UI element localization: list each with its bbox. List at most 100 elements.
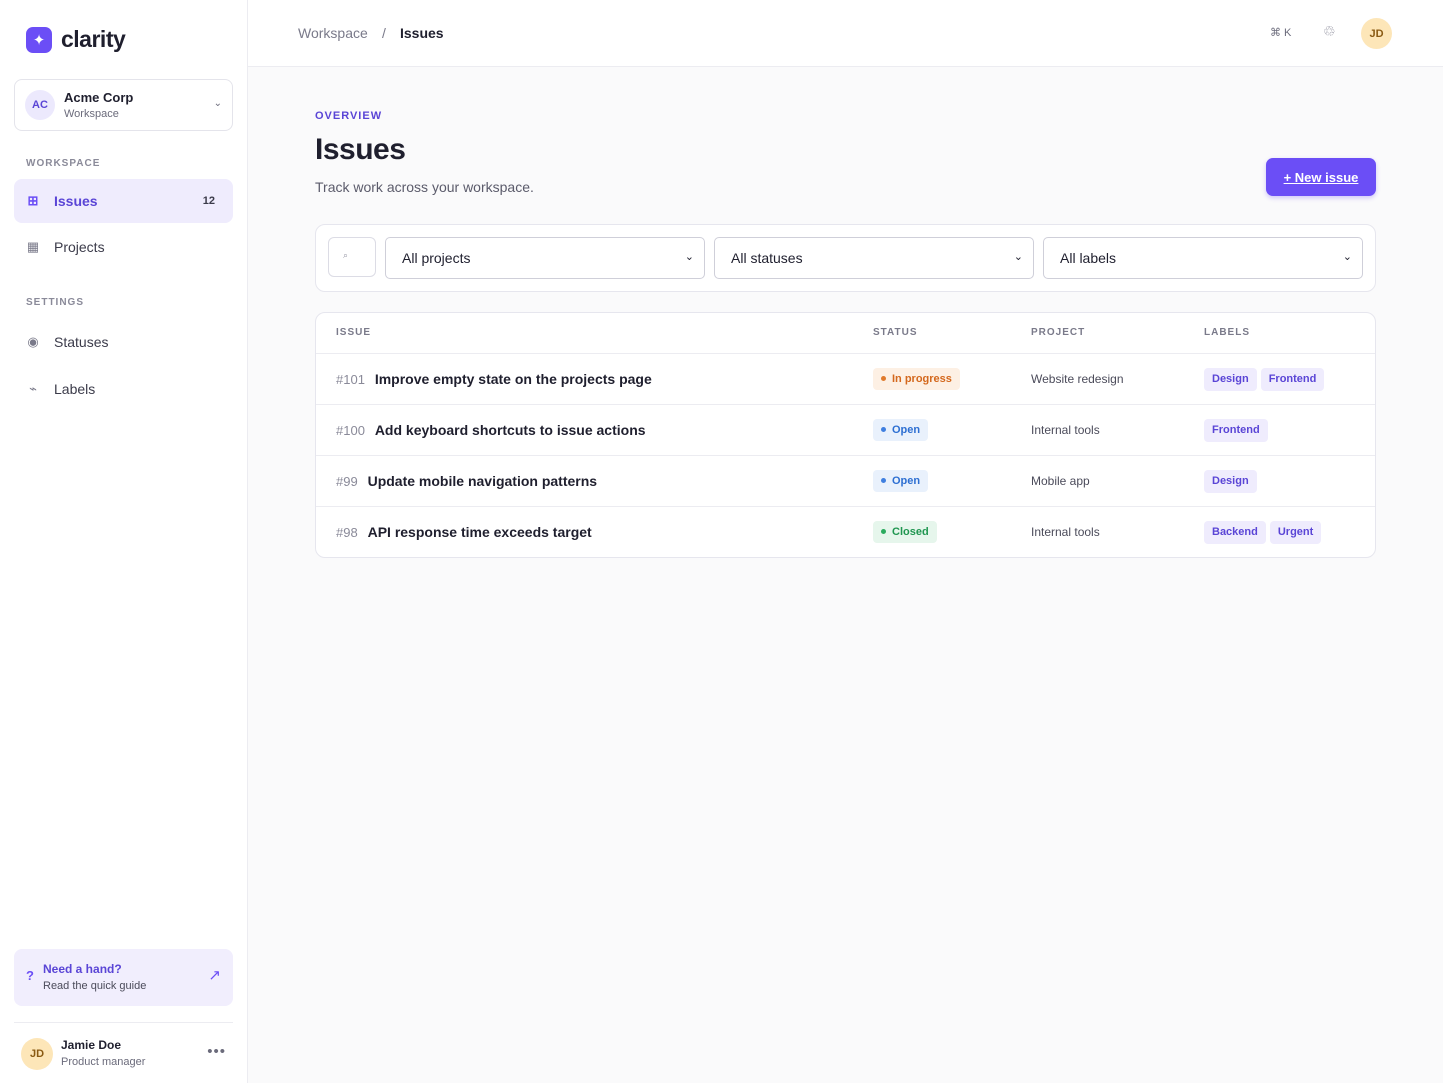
help-subtitle: Read the quick guide [43, 980, 147, 992]
arrow-up-right-icon: ↗ [208, 967, 221, 984]
issue-title[interactable]: Add keyboard shortcuts to issue actions [375, 422, 646, 438]
search-input[interactable]: ⌕ [328, 237, 376, 277]
labels-cell: Backend Urgent [1204, 521, 1322, 544]
sidebar-item-label: Projects [54, 239, 105, 255]
label-tag: Frontend [1260, 368, 1325, 391]
status-dot-icon [881, 529, 886, 534]
column-header-project: PROJECT [1031, 327, 1086, 338]
filter-bar: ⌕ All projects ⌄ All statuses ⌄ All labe… [315, 224, 1376, 292]
sidebar-item-issues[interactable]: ⊞ Issues 12 [14, 179, 233, 223]
status-label: Open [892, 475, 921, 487]
page-eyebrow: OVERVIEW [315, 110, 383, 122]
sidebar: ✦ clarity AC Acme Corp Workspace ⌄ WORKS… [0, 0, 248, 1083]
user-name: Jamie Doe [61, 1038, 122, 1052]
workspace-name: Acme Corp [64, 90, 134, 105]
column-header-status: STATUS [873, 327, 918, 338]
issue-title[interactable]: API response time exceeds target [368, 524, 592, 540]
label-tag: Backend [1204, 521, 1266, 544]
table-row[interactable]: #98 API response time exceeds target Clo… [316, 507, 1375, 557]
search-icon: ⌕ [343, 250, 349, 260]
workspace-avatar: AC [25, 90, 55, 120]
chevron-down-icon: ⌄ [213, 98, 222, 109]
page-title: Issues [315, 133, 406, 166]
status-badge: In progress [873, 368, 960, 390]
label-tag: Urgent [1269, 521, 1322, 544]
status-dot-icon [881, 427, 886, 432]
label-tag: Design [1204, 368, 1257, 391]
status-badge: Open [873, 419, 929, 441]
chevron-down-icon: ⌄ [1013, 251, 1023, 263]
status-dot-icon [881, 376, 886, 381]
chevron-down-icon: ⌄ [1342, 251, 1352, 263]
labels-cell: Design [1204, 470, 1257, 493]
table-row[interactable]: #101 Improve empty state on the projects… [316, 354, 1375, 405]
breadcrumb-workspace[interactable]: Workspace [298, 25, 368, 41]
new-issue-button[interactable]: + New issue [1266, 158, 1376, 196]
project-filter-select[interactable]: All projects ⌄ [385, 237, 705, 279]
sidebar-item-label: Statuses [54, 334, 109, 350]
status-filter-value: All statuses [731, 250, 803, 266]
labels-cell: Design Frontend [1204, 368, 1325, 391]
sparkle-icon: ✦ [26, 26, 52, 53]
grid-icon: ⊞ [27, 193, 39, 208]
sidebar-item-projects[interactable]: ▦ Projects [14, 225, 233, 269]
project-name: Internal tools [1031, 423, 1100, 437]
status-label: Closed [892, 526, 929, 538]
table-icon: ▦ [26, 239, 40, 254]
notifications-icon[interactable]: ♲ [1323, 23, 1336, 40]
circle-icon: ◉ [27, 334, 39, 349]
label-tag: Frontend [1204, 419, 1268, 442]
issue-title[interactable]: Update mobile navigation patterns [368, 473, 597, 489]
column-header-issue: ISSUE [336, 327, 372, 338]
labels-cell: Frontend [1204, 419, 1268, 442]
project-name: Mobile app [1031, 474, 1090, 488]
sidebar-item-labels[interactable]: ⌁ Labels [14, 367, 233, 411]
table-row[interactable]: #99 Update mobile navigation patterns Op… [316, 456, 1375, 507]
issues-count-badge: 12 [202, 195, 215, 207]
label-filter-select[interactable]: All labels ⌄ [1043, 237, 1363, 279]
page-subtitle: Track work across your workspace. [315, 179, 534, 195]
workspace-type: Workspace [64, 108, 119, 120]
column-header-labels: LABELS [1204, 327, 1250, 338]
more-options-icon[interactable]: ••• [207, 1043, 226, 1060]
settings-section-label: SETTINGS [26, 297, 85, 308]
app-name: clarity [61, 26, 126, 52]
status-label: In progress [892, 373, 952, 385]
help-title: Need a hand? [43, 962, 122, 976]
question-icon: ? [26, 968, 34, 983]
avatar: JD [21, 1038, 53, 1070]
tag-icon: ⌁ [29, 381, 37, 396]
command-palette-shortcut[interactable]: ⌘ K [1270, 26, 1291, 39]
issues-table: ISSUE STATUS PROJECT LABELS #101 Improve… [315, 312, 1376, 558]
help-card[interactable]: ? Need a hand? Read the quick guide ↗ [14, 949, 233, 1006]
label-tag: Design [1204, 470, 1257, 493]
topbar: Workspace / Issues ⌘ K ♲ JD [248, 0, 1443, 67]
breadcrumb-separator: / [382, 25, 386, 41]
issue-id: #98 [336, 525, 358, 540]
breadcrumb-current: Issues [400, 25, 444, 41]
sidebar-item-label: Labels [54, 381, 96, 397]
project-name: Internal tools [1031, 525, 1100, 539]
app-logo[interactable]: ✦ clarity [26, 26, 126, 53]
status-dot-icon [881, 478, 886, 483]
table-header: ISSUE STATUS PROJECT LABELS [316, 313, 1375, 354]
user-profile: JD Jamie Doe Product manager ••• [14, 1022, 233, 1083]
table-row[interactable]: #100 Add keyboard shortcuts to issue act… [316, 405, 1375, 456]
avatar[interactable]: JD [1361, 18, 1392, 49]
label-filter-value: All labels [1060, 250, 1117, 266]
chevron-down-icon: ⌄ [684, 251, 694, 263]
issue-id: #99 [336, 474, 358, 489]
workspace-section-label: WORKSPACE [26, 158, 101, 169]
status-badge: Open [873, 470, 929, 492]
workspace-switcher[interactable]: AC Acme Corp Workspace ⌄ [14, 79, 233, 131]
sidebar-item-statuses[interactable]: ◉ Statuses [14, 320, 233, 364]
user-role: Product manager [61, 1056, 146, 1068]
issue-title[interactable]: Improve empty state on the projects page [375, 371, 652, 387]
sidebar-item-label: Issues [54, 193, 98, 209]
issue-id: #101 [336, 372, 365, 387]
status-filter-select[interactable]: All statuses ⌄ [714, 237, 1034, 279]
issue-id: #100 [336, 423, 365, 438]
status-label: Open [892, 424, 921, 436]
status-badge: Closed [873, 521, 937, 543]
project-name: Website redesign [1031, 372, 1124, 386]
